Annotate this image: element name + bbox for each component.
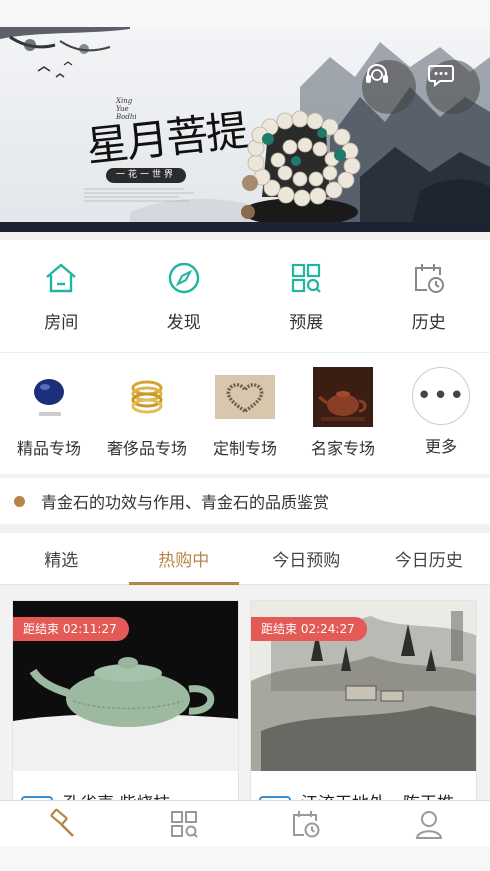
compass-icon	[168, 262, 199, 294]
banner-base	[0, 222, 490, 232]
gold-rings-image	[117, 367, 177, 427]
auction-list: 距结束 02:11:27 孔雀壶 柴烧技 距结束 02:24:27 江流天地外，…	[0, 586, 490, 800]
nav-item-discover[interactable]: 发现	[123, 240, 246, 352]
news-ticker[interactable]: 青金石的功效与作用、青金石的品质鉴赏	[0, 478, 490, 524]
status-bar	[0, 0, 490, 27]
tab-featured[interactable]: 精选	[0, 533, 123, 584]
nav-item-label: 发现	[166, 313, 201, 333]
card-title: 孔雀壶 柴烧技	[63, 789, 170, 800]
category-custom[interactable]: 定制专场	[196, 353, 294, 474]
category-luxury[interactable]: 奢侈品专场	[98, 353, 196, 474]
category-row: 精品专场 奢侈品专场 定制专场 名家专场 ••• 更多	[0, 352, 490, 474]
tab-hot-selling[interactable]: 热购中	[123, 533, 246, 585]
nav-item-label: 历史	[411, 313, 446, 333]
countdown-badge: 距结束 02:11:27	[13, 617, 129, 641]
category-label: 更多	[424, 437, 457, 456]
nav-item-rooms[interactable]: 房间	[0, 240, 123, 352]
calendar-clock-icon	[414, 264, 444, 293]
auction-tabs: 精选 热购中 今日预购 今日历史	[0, 533, 490, 585]
house-icon	[46, 263, 77, 293]
category-label: 定制专场	[212, 439, 277, 458]
grid-search-icon	[170, 811, 198, 838]
user-icon	[415, 811, 442, 839]
nav-item-label: 预展	[289, 313, 324, 333]
lapis-gem-image	[19, 367, 79, 427]
card-title: 江流天地外，陈玉樵	[301, 789, 454, 800]
tab-today-preorder[interactable]: 今日预购	[245, 533, 368, 584]
ticker-dot-icon	[14, 495, 25, 507]
grid-search-icon	[292, 263, 322, 293]
system-nav-area	[0, 846, 490, 871]
category-boutique[interactable]: 精品专场	[0, 353, 98, 474]
banner-carousel[interactable]: Xing Yue Bodhi 星月菩提 一花一世界	[0, 27, 490, 232]
tab-today-history[interactable]: 今日历史	[368, 533, 490, 584]
category-more[interactable]: ••• 更多	[392, 353, 490, 474]
countdown-badge: 距结束 02:24:27	[251, 617, 367, 641]
quick-nav: 房间 发现 预展 历史	[0, 240, 490, 352]
auction-hammer-icon	[50, 808, 75, 837]
calendar-clock-icon	[293, 811, 320, 838]
nav-item-label: 房间	[44, 313, 79, 333]
category-label: 名家专场	[310, 439, 375, 458]
category-label: 精品专场	[16, 439, 81, 458]
chat-bubble-icon	[428, 65, 454, 88]
more-dots-icon: •••	[412, 367, 470, 425]
customer-service-button[interactable]	[362, 60, 416, 114]
category-label: 奢侈品专场	[106, 439, 187, 458]
auction-card[interactable]: 距结束 02:24:27 江流天地外，陈玉樵	[250, 600, 477, 800]
auction-card[interactable]: 距结束 02:11:27 孔雀壶 柴烧技	[12, 600, 239, 800]
messages-button[interactable]	[426, 60, 480, 114]
teapot-image	[313, 367, 373, 427]
category-masters[interactable]: 名家专场	[294, 353, 392, 474]
ticker-text: 青金石的功效与作用、青金石的品质鉴赏	[41, 493, 330, 512]
heart-beads-image	[215, 367, 275, 427]
banner-tagline: 一花一世界	[106, 168, 186, 183]
nav-item-history[interactable]: 历史	[368, 240, 490, 352]
nav-item-preview[interactable]: 预展	[245, 240, 368, 352]
headset-icon	[366, 64, 388, 83]
